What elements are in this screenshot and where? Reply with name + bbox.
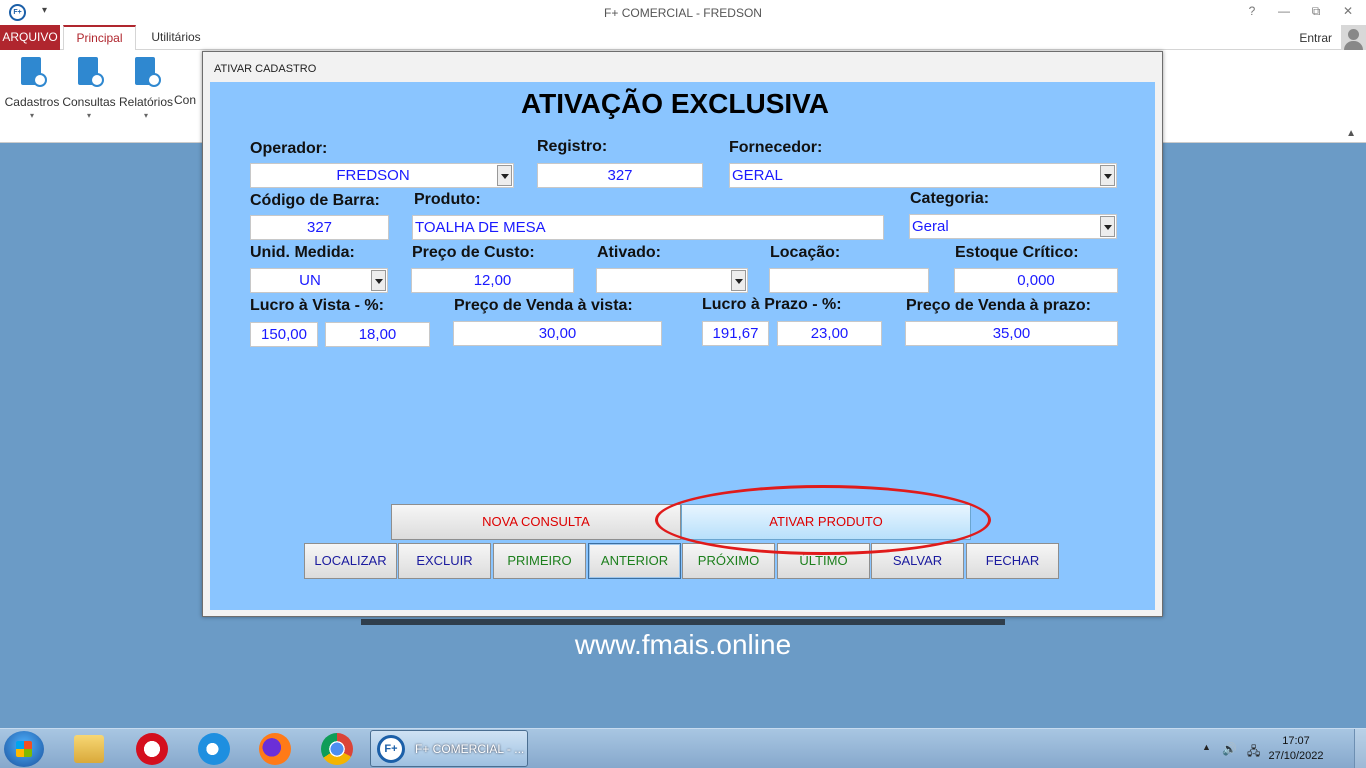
excluir-button[interactable]: EXCLUIR [398, 543, 491, 579]
collapse-ribbon-icon[interactable]: ▲ [1346, 128, 1356, 139]
clock[interactable]: 17:07 27/10/2022 [1266, 734, 1326, 764]
clock-time: 17:07 [1282, 735, 1310, 747]
preco-venda-vista-label: Preço de Venda à vista: [454, 297, 633, 314]
taskbar-active-app[interactable]: F+ F+ COMERCIAL - ... [370, 730, 528, 767]
preco-venda-prazo-field[interactable]: 35,00 [905, 321, 1118, 346]
volume-icon[interactable]: 🔊 [1222, 742, 1237, 756]
signin-link[interactable]: Entrar [1299, 31, 1332, 45]
codigo-barra-label: Código de Barra: [250, 192, 380, 209]
restore-button[interactable]: ⧉ [1308, 4, 1324, 19]
categoria-label: Categoria: [910, 190, 990, 207]
registro-label: Registro: [537, 138, 608, 155]
produto-label: Produto: [414, 191, 481, 208]
chevron-down-icon: ▾ [86, 111, 91, 120]
app-logo-icon: F+ [377, 735, 405, 763]
user-avatar-icon[interactable] [1341, 25, 1366, 50]
ativado-select[interactable] [596, 268, 748, 293]
preco-custo-field[interactable]: 12,00 [411, 268, 574, 293]
relatorios-button[interactable]: Relatórios ▾ [118, 55, 174, 120]
report-clipboard-icon [131, 55, 161, 89]
lucro-prazo-label: Lucro à Prazo - %: [702, 296, 842, 313]
cadastros-button[interactable]: Cadastros ▾ [4, 55, 60, 120]
fornecedor-value: GERAL [732, 167, 783, 184]
lucro-vista-valor-field[interactable]: 18,00 [325, 322, 430, 347]
unid-medida-label: Unid. Medida: [250, 244, 355, 261]
nova-consulta-button[interactable]: NOVA CONSULTA [391, 504, 681, 540]
tab-principal[interactable]: Principal [63, 25, 136, 51]
add-document-icon [17, 55, 47, 89]
clock-date: 27/10/2022 [1268, 750, 1324, 762]
window-title: F+ COMERCIAL - FREDSON [604, 6, 762, 20]
fornecedor-select[interactable]: GERAL [729, 163, 1117, 188]
unid-medida-select[interactable]: UN [250, 268, 388, 293]
con-button[interactable]: Con [174, 93, 204, 107]
relatorios-label: Relatórios [118, 95, 174, 109]
lucro-prazo-pct-field[interactable]: 191,67 [702, 321, 769, 346]
operador-label: Operador: [250, 140, 328, 157]
divider [361, 619, 1005, 625]
chrome-browser-icon[interactable] [321, 733, 353, 765]
primeiro-button[interactable]: PRIMEIRO [493, 543, 586, 579]
show-desktop-button[interactable] [1354, 729, 1366, 768]
preco-custo-label: Preço de Custo: [412, 244, 535, 261]
fornecedor-label: Fornecedor: [729, 139, 823, 156]
operador-value: FREDSON [336, 167, 410, 184]
taskbar: F+ F+ COMERCIAL - ... ▲ 🔊 🖧 17:07 27/10/… [0, 728, 1366, 768]
dropdown-arrow-icon[interactable] [497, 165, 512, 186]
firefox-browser-icon[interactable] [259, 733, 291, 765]
unid-medida-value: UN [299, 272, 321, 289]
locacao-label: Locação: [770, 244, 841, 261]
file-explorer-icon[interactable] [74, 735, 104, 763]
categoria-value: Geral [912, 218, 949, 235]
ribbon-tabs: ARQUIVO Principal Utilitários Entrar [0, 25, 1366, 51]
minimize-button[interactable]: — [1276, 4, 1292, 19]
internet-explorer-icon[interactable] [198, 733, 230, 765]
locacao-field[interactable] [769, 268, 929, 293]
search-document-icon [74, 55, 104, 89]
tab-arquivo[interactable]: ARQUIVO [0, 25, 60, 50]
ativado-label: Ativado: [597, 244, 661, 261]
consultas-label: Consultas [62, 95, 116, 109]
dropdown-arrow-icon[interactable] [371, 270, 386, 291]
highlight-ring [655, 485, 991, 555]
preco-venda-vista-field[interactable]: 30,00 [453, 321, 662, 346]
opera-browser-icon[interactable] [136, 733, 168, 765]
dialog-title: ATIVAR CADASTRO [214, 63, 317, 75]
con-label: Con [174, 93, 197, 107]
chevron-down-icon: ▾ [29, 111, 34, 120]
produto-field[interactable]: TOALHA DE MESA [412, 215, 884, 240]
localizar-button[interactable]: LOCALIZAR [304, 543, 397, 579]
tray-expand-icon[interactable]: ▲ [1202, 742, 1211, 752]
dropdown-arrow-icon[interactable] [1100, 165, 1115, 186]
taskbar-app-label: F+ COMERCIAL - ... [415, 742, 525, 756]
dropdown-arrow-icon[interactable] [1100, 216, 1115, 237]
dropdown-arrow-icon[interactable] [731, 270, 746, 291]
network-icon[interactable]: 🖧 [1247, 742, 1260, 763]
operador-select[interactable]: FREDSON [250, 163, 514, 188]
estoque-critico-field[interactable]: 0,000 [954, 268, 1118, 293]
help-button[interactable]: ? [1244, 4, 1260, 19]
lucro-vista-pct-field[interactable]: 150,00 [250, 322, 318, 347]
consultas-button[interactable]: Consultas ▾ [61, 55, 117, 120]
tab-utilitarios[interactable]: Utilitários [143, 25, 209, 51]
categoria-select[interactable]: Geral [909, 214, 1117, 239]
start-button-icon[interactable] [4, 731, 44, 767]
page-title: ATIVAÇÃO EXCLUSIVA [520, 88, 829, 119]
codigo-barra-field[interactable]: 327 [250, 215, 389, 240]
estoque-critico-label: Estoque Crítico: [955, 244, 1079, 261]
anterior-button[interactable]: ANTERIOR [588, 543, 681, 579]
registro-field[interactable]: 327 [537, 163, 703, 188]
title-bar: F+ ▾ F+ COMERCIAL - FREDSON ? — ⧉ ✕ [0, 0, 1366, 25]
website-text: www.fmais.online [574, 629, 792, 660]
chevron-down-icon: ▾ [143, 111, 148, 120]
fechar-button[interactable]: FECHAR [966, 543, 1059, 579]
preco-venda-prazo-label: Preço de Venda à prazo: [906, 297, 1091, 314]
cadastros-label: Cadastros [4, 95, 60, 109]
lucro-vista-label: Lucro à Vista - %: [250, 297, 384, 314]
close-button[interactable]: ✕ [1340, 4, 1356, 19]
lucro-prazo-valor-field[interactable]: 23,00 [777, 321, 882, 346]
